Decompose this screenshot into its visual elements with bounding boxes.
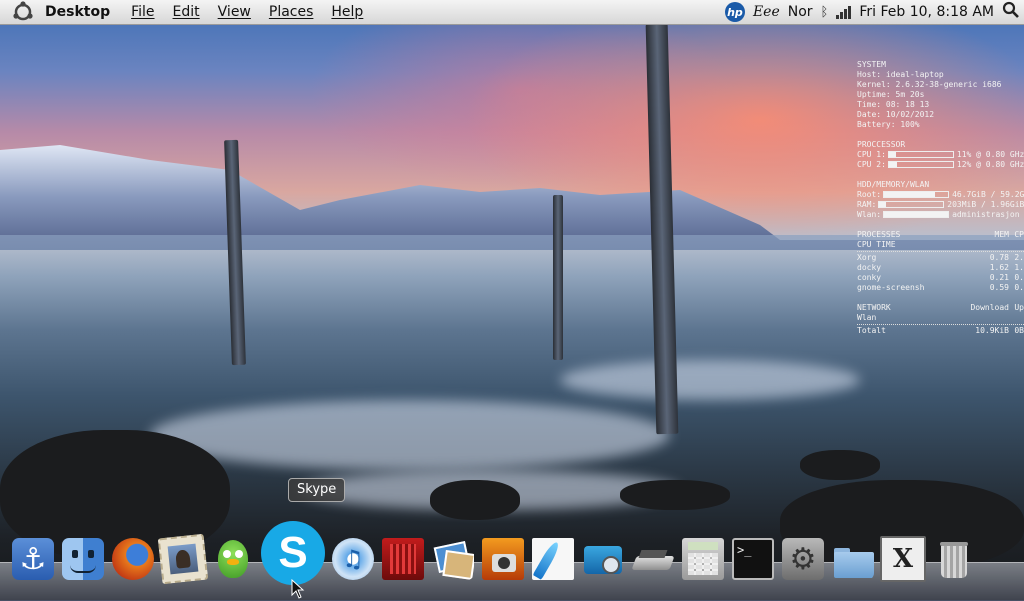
wlan-value: administrasjon ( — [952, 210, 1024, 219]
wlan-label: Wlan: — [857, 210, 882, 219]
process-row: docky 1.62 1. — [857, 263, 1024, 272]
anchor-icon[interactable]: ⚓ — [10, 536, 56, 582]
network-heading: NETWORK — [857, 303, 891, 312]
top-menubar: Desktop File Edit View Places Help hp Ee… — [0, 0, 1024, 25]
process-row: gnome-screensh 0.59 0. — [857, 283, 1024, 292]
conky-kernel: Kernel: 2.6.32-38-generic i686 — [857, 80, 1002, 89]
iphoto-icon[interactable] — [430, 536, 476, 582]
conky-uptime: Uptime: 5m 20s — [857, 90, 925, 99]
root-label: Root: — [857, 190, 882, 199]
menu-view[interactable]: View — [218, 4, 251, 20]
conky-date: Date: 10/02/2012 — [857, 110, 935, 119]
keyboard-layout-indicator[interactable]: Nor — [788, 4, 813, 20]
ubuntu-logo-icon[interactable] — [10, 1, 36, 23]
root-value: 46.7GiB / 59.2GiB — [952, 190, 1024, 199]
processes-heading: PROCESSES — [857, 230, 901, 239]
hp-icon[interactable]: hp — [724, 2, 745, 22]
feather-quill-icon[interactable] — [530, 536, 576, 582]
bluetooth-icon[interactable]: ᛒ — [821, 5, 829, 20]
conky-ram-row: RAM: 203MiB / 1.96GiB — [857, 200, 1024, 210]
firefox-icon[interactable] — [110, 536, 156, 582]
skype-icon[interactable]: S — [260, 520, 326, 586]
upload-column-header: Up — [1014, 303, 1024, 312]
search-icon[interactable] — [1002, 1, 1020, 23]
process-row: Xorg 0.78 2. — [857, 253, 1024, 262]
root-bar — [883, 191, 950, 198]
mail-stamp-icon[interactable] — [157, 533, 209, 585]
menu-edit[interactable]: Edit — [173, 4, 200, 20]
mouse-pointer-icon — [291, 579, 305, 599]
conky-cpu1-row: CPU 1: 11% @ 0.80 GHz — [857, 150, 1024, 160]
conky-system-heading: SYSTEM — [857, 60, 886, 69]
dock-tooltip: Skype — [288, 478, 346, 502]
conky-cpu2-row: CPU 2: 12% @ 0.80 GHz — [857, 160, 1024, 170]
conky-system-monitor: SYSTEM Host: ideal-laptop Kernel: 2.6.32… — [857, 60, 1024, 336]
clock[interactable]: Fri Feb 10, 8:18 AM — [859, 4, 994, 20]
cpu2-label: CPU 2: — [857, 160, 886, 169]
terminal-icon[interactable]: >_ — [730, 536, 776, 582]
scanner-icon[interactable] — [630, 536, 676, 582]
eee-icon[interactable]: Eee — [753, 4, 780, 20]
conky-time: Time: 08: 18 13 — [857, 100, 930, 109]
cpu1-label: CPU 1: — [857, 150, 886, 159]
cpu-column-header: CP — [1014, 230, 1024, 239]
conky-root-row: Root: 46.7GiB / 59.2GiB — [857, 190, 1024, 200]
network-interface: Wlan — [857, 313, 877, 322]
menu-file[interactable]: File — [131, 4, 154, 20]
pidgin-icon[interactable] — [210, 536, 256, 582]
network-signal-icon[interactable] — [836, 5, 852, 19]
process-row: conky 0.21 0. — [857, 273, 1024, 282]
system-tray: hp Eee Nor ᛒ Fri Feb 10, 8:18 AM — [724, 0, 1020, 24]
menu-help[interactable]: Help — [331, 4, 363, 20]
digital-camera-icon[interactable] — [580, 536, 626, 582]
docky-dock: ⚓ S ♫ >_ ⚙ X — [8, 518, 978, 600]
network-total-row: Totalt 10.9KiB 0B — [857, 326, 1024, 335]
conky-storage-heading: HDD/MEMORY/WLAN — [857, 180, 930, 189]
folder-icon[interactable] — [830, 536, 876, 582]
ram-value: 203MiB / 1.96GiB — [947, 200, 1024, 209]
conky-host: Host: ideal-laptop — [857, 70, 944, 79]
download-column-header: Download — [970, 303, 1009, 312]
system-preferences-icon[interactable]: ⚙ — [780, 536, 826, 582]
wlan-bar — [883, 211, 950, 218]
ram-bar — [878, 201, 945, 208]
wooden-pole — [553, 195, 563, 360]
cpu2-bar — [887, 161, 954, 168]
menu-places[interactable]: Places — [269, 4, 314, 20]
conky-network-header: NETWORK Download Up — [857, 303, 1024, 313]
cpu1-value: 11% @ 0.80 GHz — [956, 150, 1024, 159]
conky-battery: Battery: 100% — [857, 120, 920, 129]
conky-wlan-row: Wlan: administrasjon ( — [857, 210, 1024, 220]
conky-processes-header: PROCESSES MEM CP — [857, 230, 1024, 240]
photo-booth-icon[interactable] — [480, 536, 526, 582]
itunes-icon[interactable]: ♫ — [330, 536, 376, 582]
cpu1-bar — [887, 151, 954, 158]
trash-icon[interactable] — [930, 536, 976, 582]
x-chat-icon[interactable]: X — [880, 536, 926, 582]
cpu2-value: 12% @ 0.80 GHz — [956, 160, 1024, 169]
dvd-player-icon[interactable] — [380, 536, 426, 582]
calculator-icon[interactable] — [680, 536, 726, 582]
conky-processor-heading: PROCCESSOR — [857, 140, 906, 149]
mem-column-header: MEM — [994, 230, 1009, 239]
active-app-title: Desktop — [45, 4, 111, 20]
cpu-time-subheading: CPU TIME — [857, 240, 896, 249]
ram-label: RAM: — [857, 200, 877, 209]
finder-icon[interactable] — [60, 536, 106, 582]
